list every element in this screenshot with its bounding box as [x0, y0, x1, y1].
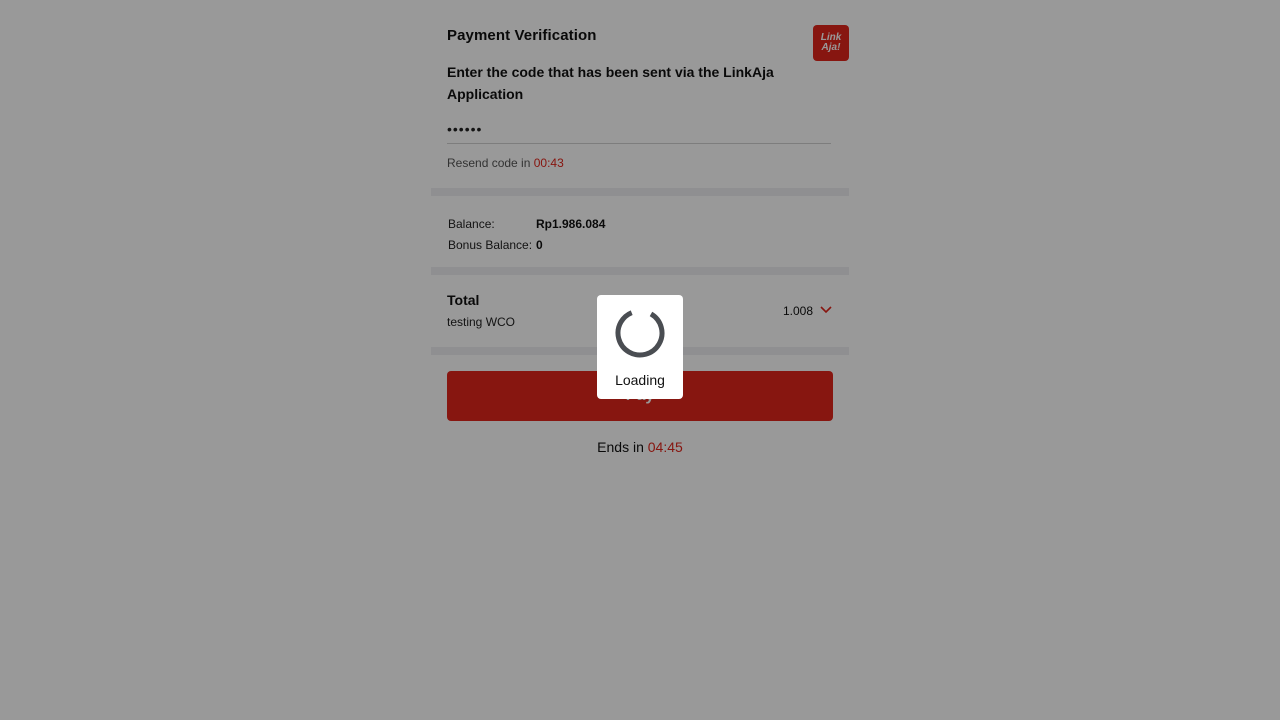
loading-text: Loading [615, 372, 665, 388]
spinner-icon [615, 308, 665, 358]
loading-dialog: Loading [597, 295, 683, 399]
